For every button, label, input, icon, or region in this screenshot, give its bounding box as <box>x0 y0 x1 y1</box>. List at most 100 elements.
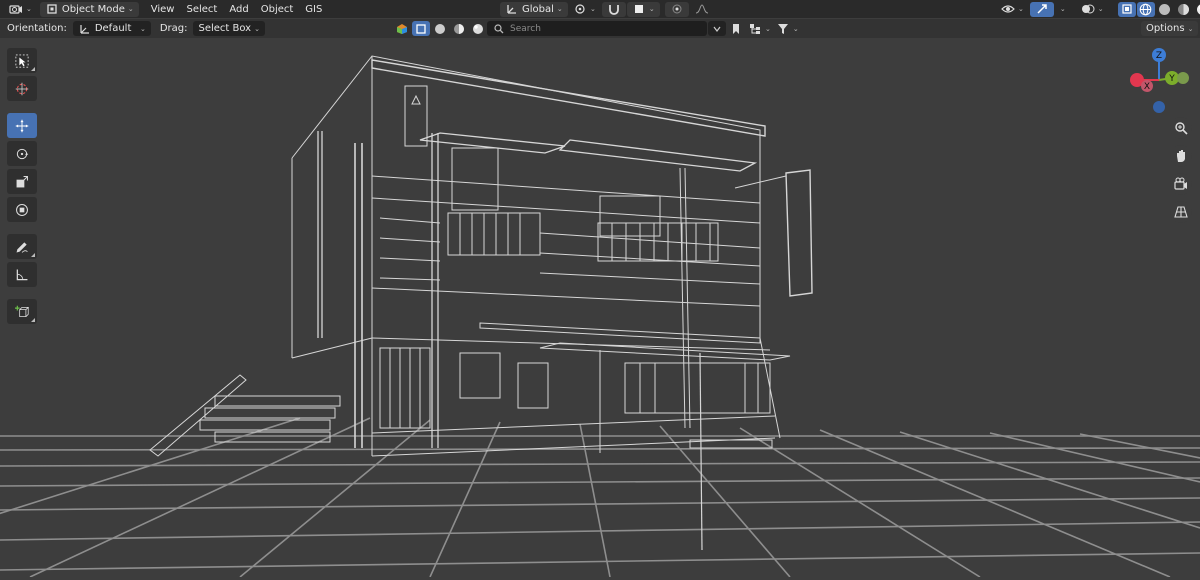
gizmo-z-negative-axis <box>1153 101 1165 113</box>
drag-select[interactable]: Select Box ⌄ <box>193 21 265 36</box>
orientation-value: Default <box>94 23 132 34</box>
mode-select[interactable]: Object Mode ⌄ <box>39 1 139 17</box>
hierarchy-icon <box>748 22 762 36</box>
collapse-button[interactable] <box>708 21 726 36</box>
menu-add[interactable]: Add <box>223 2 254 17</box>
search-icon <box>492 22 506 36</box>
tool-scale[interactable] <box>7 169 37 194</box>
gizmo-icon <box>1035 2 1049 16</box>
orientation-label: Orientation: <box>7 23 67 34</box>
shading-wireframe[interactable] <box>1136 1 1155 17</box>
chevron-down-icon: ⌄ <box>765 24 771 33</box>
falloff-curve-icon <box>695 2 709 16</box>
filter-button[interactable]: ⌄ <box>774 21 801 36</box>
material-sphere-icon <box>1177 2 1191 16</box>
chevron-down-icon: ⌄ <box>254 24 260 33</box>
options-label: Options <box>1146 23 1185 34</box>
transform-icon <box>15 203 29 217</box>
editor-type-icon <box>9 2 23 16</box>
search-input[interactable]: Search <box>487 21 707 36</box>
editor-type-button[interactable]: ⌄ <box>4 2 37 17</box>
pan-button[interactable] <box>1170 145 1192 167</box>
perspective-toggle[interactable] <box>1170 201 1192 223</box>
overlays-toggle[interactable]: ⌄ <box>1076 2 1109 17</box>
hand-icon <box>1174 149 1188 163</box>
orientation-select[interactable]: Default ⌄ <box>72 21 151 36</box>
chevron-down-icon: ⌄ <box>127 5 134 13</box>
tool-annotate[interactable] <box>7 234 37 259</box>
zoom-button[interactable] <box>1170 117 1192 139</box>
chevron-down-icon: ⌄ <box>792 24 799 33</box>
3d-cursor-icon <box>15 82 29 96</box>
gizmo-dropdown[interactable]: ⌄ <box>1055 2 1071 17</box>
left-toolbar <box>7 48 37 324</box>
orientation-axes-icon <box>78 22 92 36</box>
bookmark-icon <box>729 22 743 36</box>
menu-select[interactable]: Select <box>180 2 223 17</box>
eye-icon <box>1001 2 1015 16</box>
pencil-icon <box>15 240 29 254</box>
chevron-down-icon: ⌄ <box>139 24 146 33</box>
shading-rendered[interactable] <box>1194 2 1200 17</box>
3d-viewport[interactable] <box>0 38 1200 578</box>
menu-object[interactable]: Object <box>255 2 300 17</box>
building-wireframe <box>149 55 813 551</box>
transform-orientation-select[interactable]: Global ⌄ <box>500 1 568 17</box>
hierarchy-button[interactable]: ⌄ <box>746 21 773 36</box>
filter-all-icon <box>395 22 409 36</box>
select-cursor-icon <box>15 53 29 68</box>
snap-target-select[interactable]: ⌄ <box>626 1 660 17</box>
overlays-icon <box>1081 2 1095 16</box>
tool-measure[interactable] <box>7 262 37 287</box>
add-cube-icon <box>15 305 29 319</box>
chevron-down-icon: ⌄ <box>590 5 596 13</box>
camera-icon <box>1174 177 1188 191</box>
wireframe-sphere-icon <box>1139 2 1153 16</box>
chevron-down-icon: ⌄ <box>648 5 655 13</box>
pivot-point-icon <box>573 2 587 16</box>
visibility-button[interactable]: ⌄ <box>996 2 1029 17</box>
filter-wireframe-button[interactable] <box>412 21 430 36</box>
pivot-point-button[interactable]: ⌄ <box>568 2 601 17</box>
options-button[interactable]: Options ⌄ <box>1141 21 1199 36</box>
navigation-tools <box>1170 117 1192 223</box>
wireframe-scene <box>0 55 1200 578</box>
snap-increment-icon <box>632 2 646 16</box>
tool-select-box[interactable] <box>7 48 37 73</box>
filter-rendered-button[interactable] <box>469 21 487 36</box>
grid-perspective-icon <box>1174 205 1188 219</box>
bookmark-button[interactable] <box>727 21 745 36</box>
scale-icon <box>15 175 29 189</box>
falloff-select[interactable] <box>690 2 714 17</box>
snap-toggle[interactable] <box>601 1 626 17</box>
drag-value: Select Box <box>198 23 252 34</box>
transform-orientation-label: Global <box>522 3 554 15</box>
tool-move[interactable] <box>7 113 37 138</box>
tool-add-cube[interactable] <box>7 299 37 324</box>
tool-settings-bar: Orientation: Default ⌄ Drag: Select Box … <box>0 19 1200 38</box>
shading-material[interactable] <box>1175 2 1193 17</box>
navigation-gizmo[interactable]: Z Y X <box>1125 45 1195 120</box>
gizmo-toggle[interactable] <box>1029 1 1054 17</box>
ruler-icon <box>15 268 29 282</box>
shading-solid[interactable] <box>1156 2 1174 17</box>
filter-material-button[interactable] <box>450 21 468 36</box>
gizmo-z-label: Z <box>1156 51 1162 61</box>
camera-view-button[interactable] <box>1170 173 1192 195</box>
tool-transform[interactable] <box>7 197 37 222</box>
square-wire-icon <box>414 22 428 36</box>
chevron-down-icon: ⌄ <box>556 5 563 13</box>
gizmo-y-negative-axis <box>1177 72 1189 84</box>
solid-sphere-icon <box>1158 2 1172 16</box>
proportional-edit-toggle[interactable] <box>664 1 689 17</box>
xray-icon <box>1120 2 1134 16</box>
chevron-down-icon <box>710 22 724 36</box>
filter-solid-button[interactable] <box>431 21 449 36</box>
tool-cursor[interactable] <box>7 76 37 101</box>
filter-all-button[interactable] <box>393 21 411 36</box>
tool-rotate[interactable] <box>7 141 37 166</box>
move-arrows-icon <box>15 119 29 133</box>
xray-toggle[interactable] <box>1117 1 1136 17</box>
menu-gis[interactable]: GIS <box>299 2 328 17</box>
menu-view[interactable]: View <box>145 2 181 17</box>
